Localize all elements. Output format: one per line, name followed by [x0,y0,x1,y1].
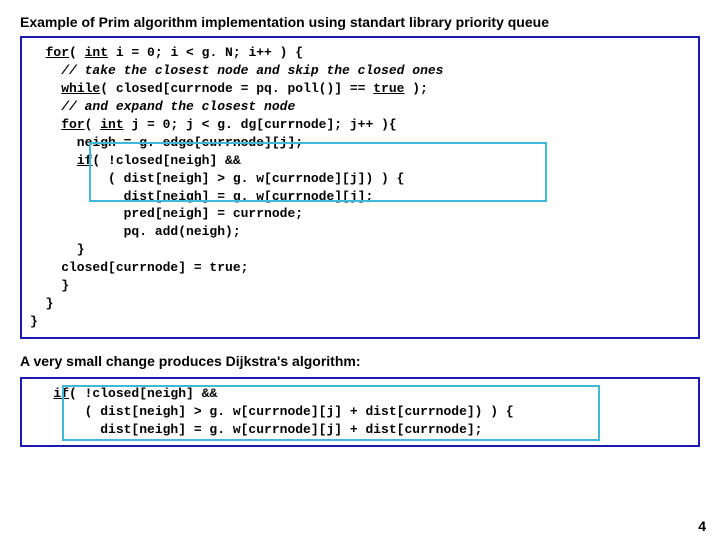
prim-code-block: for( int i = 0; i < g. N; i++ ) { // tak… [20,36,700,339]
t: dist[neigh] = g. w[currnode][j] + dist[c… [30,422,482,437]
kw-while: while [61,81,100,96]
t: dist[neigh] = g. w[currnode][j]; [30,189,373,204]
t: j = 0; j < g. dg[currnode]; j++ ){ [124,117,397,132]
t: pq. add(neigh); [30,224,241,239]
kw-if-2: if [53,386,69,401]
kw-int-j: int [100,117,123,132]
t: ( [85,117,101,132]
page-number: 4 [698,518,706,534]
t: ); [405,81,428,96]
t: } [30,296,53,311]
kw-if: if [77,153,93,168]
kw-true: true [373,81,404,96]
kw-int-i: int [85,45,108,60]
t: ( dist[neigh] > g. w[currnode][j]) ) { [30,171,404,186]
t: ( !closed[neigh] && [69,386,217,401]
comment-closest: // take the closest node and skip the cl… [30,63,443,78]
t: } [30,314,38,329]
t: ( closed[currnode = pq. poll()] == [100,81,373,96]
dijkstra-code: if( !closed[neigh] && ( dist[neigh] > g.… [30,385,690,439]
t: ( !closed[neigh] && [92,153,240,168]
slide-subtitle: A very small change produces Dijkstra's … [20,353,700,369]
t: pred[neigh] = currnode; [30,206,303,221]
t: } [30,278,69,293]
t: closed[currnode] = true; [30,260,248,275]
slide-title: Example of Prim algorithm implementation… [20,14,700,30]
kw-for-inner: for [61,117,84,132]
t: } [30,242,85,257]
comment-expand: // and expand the closest node [30,99,295,114]
t: ( dist[neigh] > g. w[currnode][j] + dist… [30,404,514,419]
t: i = 0; i < g. N; i++ ) { [108,45,303,60]
t: neigh = g. edge[currnode][j]; [30,135,303,150]
kw-for-outer: for [46,45,69,60]
dijkstra-code-block: if( !closed[neigh] && ( dist[neigh] > g.… [20,377,700,447]
t: ( [69,45,85,60]
prim-code: for( int i = 0; i < g. N; i++ ) { // tak… [30,44,690,331]
